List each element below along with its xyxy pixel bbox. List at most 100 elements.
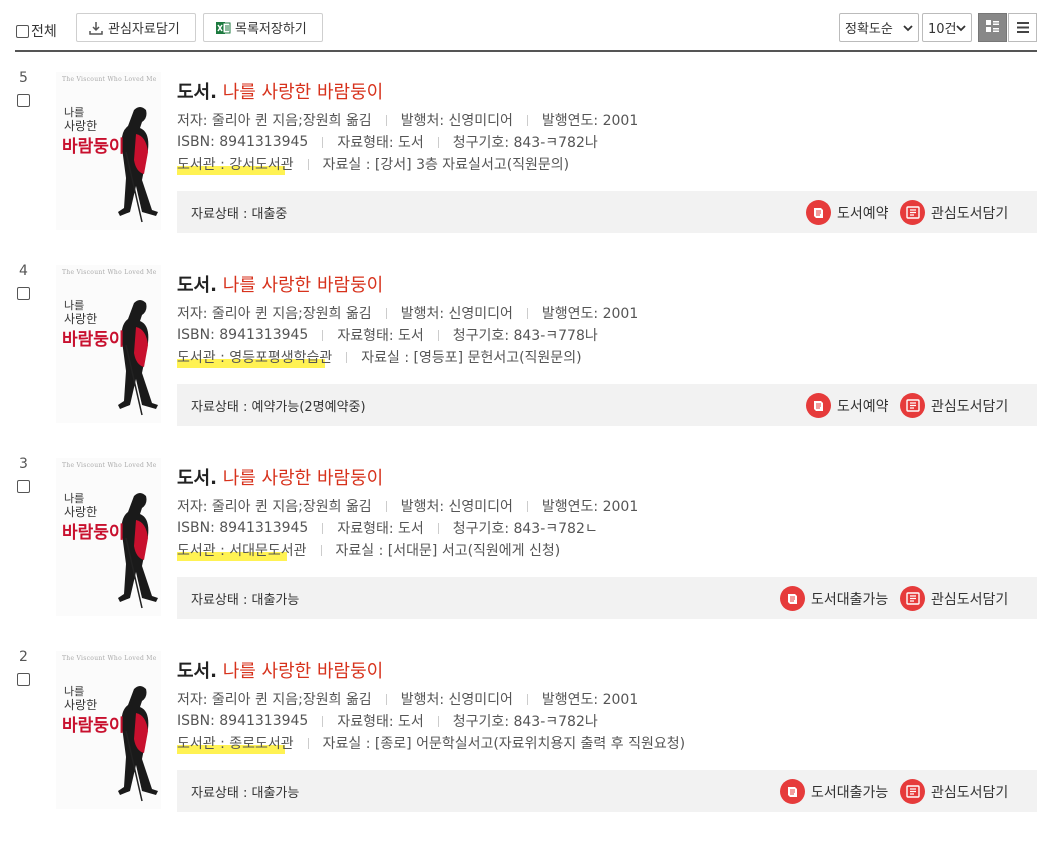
excel-icon [215, 20, 231, 36]
toolbar-divider [15, 50, 1037, 52]
item-checkbox[interactable] [17, 287, 30, 300]
item-publisher: 발행처: 신영미디어 [400, 499, 513, 515]
add-interest-button[interactable]: 관심자료담기 [76, 13, 196, 42]
item-meta-row-2: ISBN: 8941313945 자료형태: 도서 청구기호: 843-ㅋ782… [177, 132, 598, 152]
result-item: 4 The Viscount Who Loved Me 나를 사랑한 바람둥이 … [0, 263, 1050, 456]
sort-select-value: 정확도순 [845, 22, 893, 37]
item-status: 자료상태 : 예약가능(2명예약중) [191, 400, 366, 415]
item-action-button[interactable]: 도서대출가능 [780, 586, 888, 611]
meta-divider [437, 136, 439, 148]
item-call-number: 청구기호: 843-ㅋ782ㄴ [452, 521, 598, 537]
page-size-select[interactable]: 10건 [922, 13, 972, 42]
meta-divider [322, 522, 324, 534]
item-location: 자료실 : [서대문] 서고(직원에게 신청) [335, 543, 561, 559]
meta-divider [437, 715, 439, 727]
save-list-button[interactable]: 목록저장하기 [203, 13, 323, 42]
item-year: 발행연도: 2001 [541, 499, 639, 515]
item-library: 도서관 : 강서도서관 [177, 154, 294, 175]
item-author: 저자: 줄리아 퀸 지음;장원희 옮김 [177, 306, 372, 322]
cover-english-title: The Viscount Who Loved Me [62, 269, 157, 276]
item-title: 나를 사랑한 바람둥이 [222, 82, 384, 103]
add-to-interest-label: 관심도서담기 [931, 205, 1009, 222]
select-all-checkbox[interactable] [16, 24, 29, 38]
meta-divider [526, 693, 528, 705]
select-all[interactable]: 전체 [16, 21, 57, 41]
item-title-link[interactable]: 도서. 나를 사랑한 바람둥이 [177, 78, 383, 104]
item-author: 저자: 줄리아 퀸 지음;장원희 옮김 [177, 113, 372, 129]
result-item: 3 The Viscount Who Loved Me 나를 사랑한 바람둥이 … [0, 456, 1050, 649]
item-type: 도서. [177, 275, 217, 296]
book-cover-image[interactable]: The Viscount Who Loved Me 나를 사랑한 바람둥이 [56, 651, 161, 809]
sort-select[interactable]: 정확도순 [839, 13, 919, 42]
item-type: 도서. [177, 82, 217, 103]
page-size-select-value: 10건 [928, 22, 957, 37]
item-status-bar: 자료상태 : 대출가능 도서대출가능 관심도서담기 [177, 577, 1037, 619]
item-checkbox[interactable] [17, 673, 30, 686]
meta-divider [526, 500, 528, 512]
chevron-down-icon [903, 22, 913, 37]
item-meta-row-3: 도서관 : 영등포평생학습관 자료실 : [영등포] 문헌서고(직원문의) [177, 347, 582, 368]
item-call-number: 청구기호: 843-ㅋ782나 [452, 135, 598, 151]
item-status: 자료상태 : 대출가능 [191, 593, 300, 608]
item-meta-row-1: 저자: 줄리아 퀸 지음;장원희 옮김 발행처: 신영미디어 발행연도: 200… [177, 110, 638, 130]
item-checkbox[interactable] [17, 480, 30, 493]
item-title: 나를 사랑한 바람둥이 [222, 661, 384, 682]
item-action-button[interactable]: 도서예약 [806, 200, 889, 225]
book-cover-image[interactable]: The Viscount Who Loved Me 나를 사랑한 바람둥이 [56, 72, 161, 230]
meta-divider [385, 693, 387, 705]
item-year: 발행연도: 2001 [541, 692, 639, 708]
item-isbn: ISBN: 8941313945 [177, 713, 309, 729]
item-library: 도서관 : 종로도서관 [177, 733, 294, 754]
item-type: 도서. [177, 661, 217, 682]
add-to-interest-label: 관심도서담기 [931, 398, 1009, 415]
item-isbn: ISBN: 8941313945 [177, 134, 309, 150]
item-title: 나를 사랑한 바람둥이 [222, 468, 384, 489]
item-location: 자료실 : [종로] 어문학실서고(자료위치용지 출력 후 직원요청) [322, 736, 686, 752]
item-meta-row-3: 도서관 : 서대문도서관 자료실 : [서대문] 서고(직원에게 신청) [177, 540, 561, 561]
add-to-interest-button[interactable]: 관심도서담기 [900, 779, 1008, 804]
item-number: 5 [19, 70, 28, 86]
item-title-link[interactable]: 도서. 나를 사랑한 바람둥이 [177, 657, 383, 683]
item-action-button[interactable]: 도서예약 [806, 393, 889, 418]
meta-divider [320, 544, 322, 556]
item-format: 자료형태: 도서 [337, 521, 424, 537]
add-to-interest-button[interactable]: 관심도서담기 [900, 393, 1008, 418]
book-icon [806, 393, 831, 418]
add-to-interest-label: 관심도서담기 [931, 784, 1009, 801]
item-number: 4 [19, 263, 28, 279]
grid-view-button[interactable] [978, 13, 1007, 42]
item-year: 발행연도: 2001 [541, 113, 639, 129]
book-icon [806, 200, 831, 225]
item-meta-row-3: 도서관 : 종로도서관 자료실 : [종로] 어문학실서고(자료위치용지 출력 … [177, 733, 686, 754]
cover-english-title: The Viscount Who Loved Me [62, 76, 157, 83]
meta-divider [322, 136, 324, 148]
meta-divider [385, 500, 387, 512]
item-action-label: 도서대출가능 [811, 784, 889, 801]
item-title-link[interactable]: 도서. 나를 사랑한 바람둥이 [177, 271, 383, 297]
item-location: 자료실 : [영등포] 문헌서고(직원문의) [361, 350, 582, 366]
item-call-number: 청구기호: 843-ㅋ778나 [452, 328, 598, 344]
cover-title-line3: 바람둥이 [62, 716, 125, 736]
add-to-interest-label: 관심도서담기 [931, 591, 1009, 608]
add-to-interest-button[interactable]: 관심도서담기 [900, 200, 1008, 225]
book-cover-image[interactable]: The Viscount Who Loved Me 나를 사랑한 바람둥이 [56, 458, 161, 616]
book-cover-image[interactable]: The Viscount Who Loved Me 나를 사랑한 바람둥이 [56, 265, 161, 423]
item-title-link[interactable]: 도서. 나를 사랑한 바람둥이 [177, 464, 383, 490]
meta-divider [526, 307, 528, 319]
item-meta-row-2: ISBN: 8941313945 자료형태: 도서 청구기호: 843-ㅋ778… [177, 325, 598, 345]
item-checkbox[interactable] [17, 94, 30, 107]
list-view-button[interactable] [1008, 13, 1037, 42]
meta-divider [437, 522, 439, 534]
item-status: 자료상태 : 대출중 [191, 207, 288, 222]
item-format: 자료형태: 도서 [337, 328, 424, 344]
meta-divider [385, 114, 387, 126]
cover-english-title: The Viscount Who Loved Me [62, 462, 157, 469]
item-action-button[interactable]: 도서대출가능 [780, 779, 888, 804]
item-isbn: ISBN: 8941313945 [177, 327, 309, 343]
item-format: 자료형태: 도서 [337, 714, 424, 730]
item-status-bar: 자료상태 : 대출중 도서예약 관심도서담기 [177, 191, 1037, 233]
item-isbn: ISBN: 8941313945 [177, 520, 309, 536]
meta-divider [307, 737, 309, 749]
book-icon [780, 779, 805, 804]
add-to-interest-button[interactable]: 관심도서담기 [900, 586, 1008, 611]
